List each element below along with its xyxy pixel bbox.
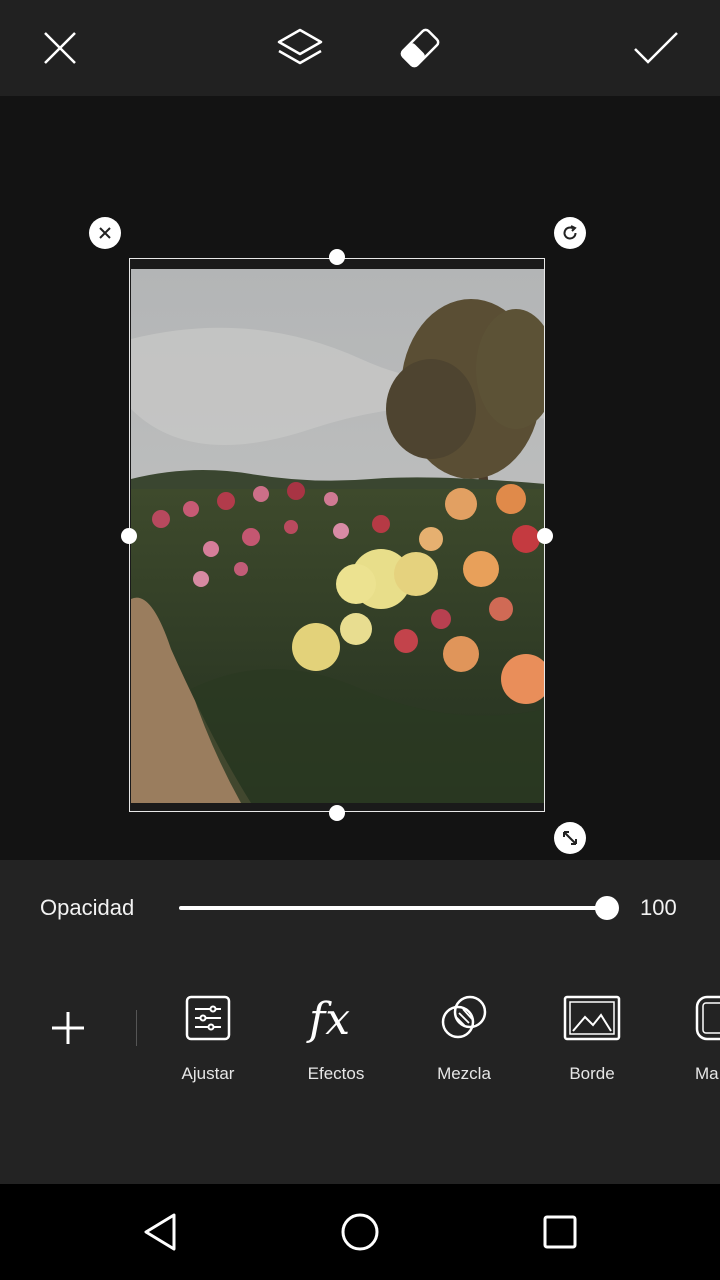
mask-icon (695, 995, 720, 1041)
adjust-icon (185, 995, 231, 1041)
border-icon (563, 995, 621, 1041)
opacity-slider-thumb[interactable] (595, 896, 619, 920)
tool-label: Ajustar (181, 1064, 235, 1083)
tool-ajustar[interactable]: Ajustar (153, 988, 263, 1088)
close-small-icon (99, 227, 111, 239)
blend-icon (441, 995, 487, 1039)
opacity-label: Opacidad (40, 895, 135, 920)
top-toolbar (0, 0, 720, 96)
recents-square-icon (543, 1215, 577, 1249)
resize-button[interactable] (554, 822, 586, 854)
tool-borde[interactable]: Borde (537, 988, 647, 1088)
add-button[interactable] (40, 1000, 96, 1056)
home-button[interactable] (330, 1202, 390, 1262)
back-button[interactable] (130, 1202, 190, 1262)
sticker-frame[interactable] (129, 258, 545, 812)
handle-bottom[interactable] (329, 805, 345, 821)
tool-label: Borde (569, 1064, 615, 1083)
resize-icon (563, 831, 577, 845)
handle-top[interactable] (329, 249, 345, 265)
apply-button[interactable] (626, 18, 686, 78)
close-icon (44, 32, 76, 64)
close-button[interactable] (30, 18, 90, 78)
tool-label: Mezcla (437, 1064, 491, 1083)
opacity-value: 100 (640, 895, 677, 920)
handle-left[interactable] (121, 528, 137, 544)
eraser-button[interactable] (390, 18, 450, 78)
handle-right[interactable] (537, 528, 553, 544)
back-triangle-icon (144, 1213, 176, 1251)
layers-icon (277, 28, 323, 65)
toolbar-divider (136, 1010, 137, 1046)
tool-efectos[interactable]: fx Efectos (281, 988, 391, 1088)
svg-text:fx: fx (306, 994, 350, 1044)
tool-label: Efectos (307, 1064, 365, 1083)
fx-icon: fx (306, 994, 350, 1044)
check-icon (634, 32, 678, 64)
plus-icon (52, 1012, 84, 1044)
home-circle-icon (341, 1213, 379, 1251)
opacity-slider-track[interactable] (179, 906, 607, 910)
system-navbar (0, 1184, 720, 1280)
panel-spacer (0, 1084, 720, 1184)
rotate-icon (563, 225, 577, 240)
tool-mezcla[interactable]: Mezcla (409, 988, 519, 1088)
tool-label: Ma (695, 1064, 719, 1083)
eraser-icon (400, 28, 440, 68)
flower-photo (131, 269, 544, 803)
layers-button[interactable] (270, 18, 330, 78)
recents-button[interactable] (530, 1202, 590, 1262)
delete-layer-button[interactable] (89, 217, 121, 249)
rotate-button[interactable] (554, 217, 586, 249)
tool-mascara[interactable]: Ma (665, 988, 720, 1088)
